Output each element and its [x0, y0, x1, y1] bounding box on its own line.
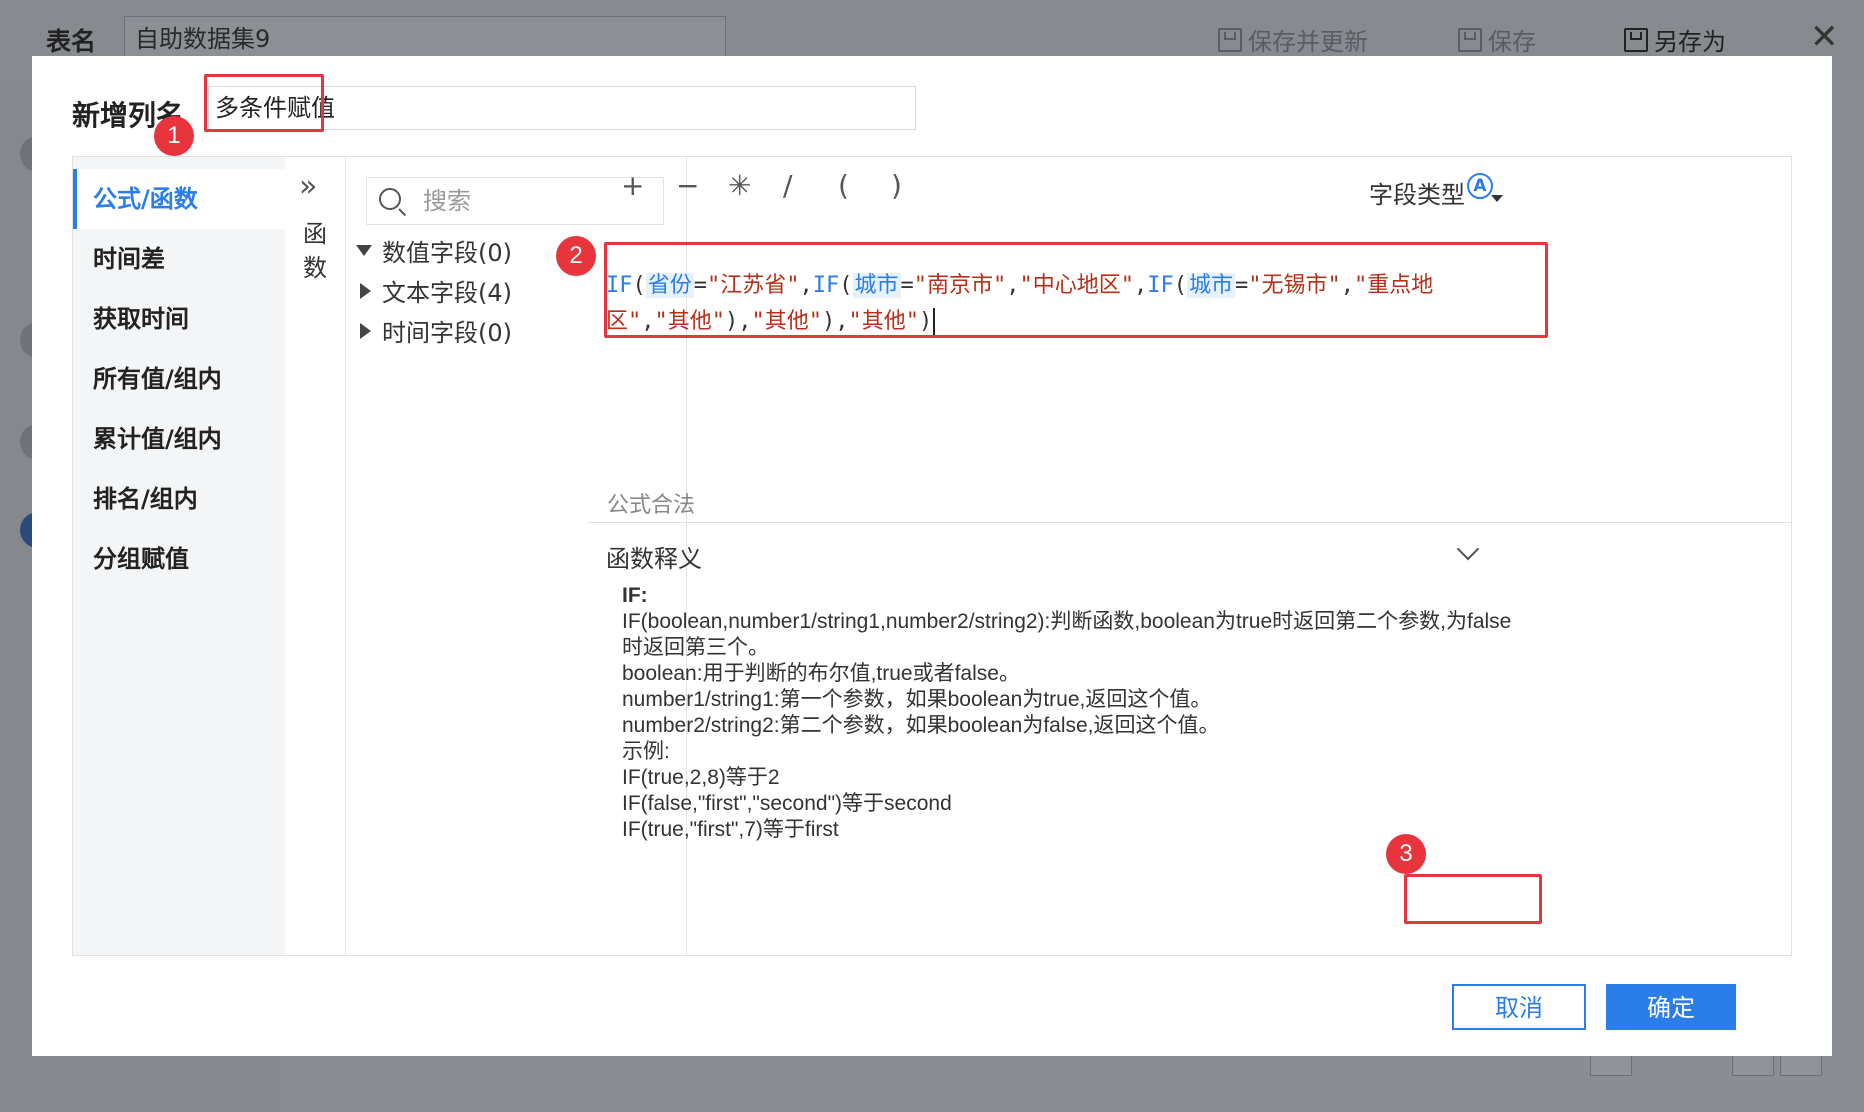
definition-title: 函数释义 — [606, 545, 702, 573]
caret-right-icon — [360, 282, 371, 299]
search-placeholder: 搜索 — [423, 187, 471, 215]
save-and-update-button[interactable]: 保存并更新 — [1218, 22, 1368, 57]
collapse-label: 函数 — [303, 220, 327, 282]
minus-operator-button[interactable]: − — [676, 169, 699, 202]
confirm-button[interactable]: 确定 — [1606, 984, 1736, 1030]
definition-line: IF(false,"first","second")等于second — [622, 792, 952, 815]
double-chevron-right-icon[interactable]: » — [299, 169, 317, 204]
left-paren-button[interactable]: ( — [838, 169, 849, 202]
plus-operator-button[interactable]: + — [621, 169, 644, 202]
add-column-dialog: 新增列名 多条件赋值 1 公式/函数 时间差 获取时间 所有值/组内 累计值/组… — [32, 56, 1832, 1056]
field-search-input[interactable]: 搜索 — [366, 177, 664, 225]
category-formula-function[interactable]: 公式/函数 — [73, 169, 285, 229]
tree-label: 文本字段(4) — [382, 279, 512, 307]
step-badge-1: 1 — [154, 116, 194, 156]
step-badge-3: 3 — [1386, 834, 1426, 874]
function-collapse-column[interactable]: » 函数 — [285, 157, 346, 955]
category-cumulative[interactable]: 累计值/组内 — [73, 409, 285, 469]
definition-line: IF(true,"first",7)等于first — [622, 818, 839, 841]
definition-line: IF(true,2,8)等于2 — [622, 766, 780, 789]
table-name-label: 表名 — [46, 27, 97, 56]
category-rank[interactable]: 排名/组内 — [73, 469, 285, 529]
definition-line: boolean:用于判断的布尔值,true或者false。 — [622, 662, 1020, 685]
highlight-box-3 — [1404, 874, 1542, 924]
save-as-label: 另存为 — [1654, 28, 1726, 56]
save-and-update-label: 保存并更新 — [1248, 28, 1368, 56]
category-all-values[interactable]: 所有值/组内 — [73, 349, 285, 409]
chevron-down-icon[interactable] — [1456, 537, 1480, 561]
definition-line: number2/string2:第二个参数，如果boolean为false,返回… — [622, 714, 1220, 737]
definition-line: IF: — [622, 584, 648, 607]
save-button[interactable]: 保存 — [1458, 22, 1536, 57]
highlight-box-1 — [204, 74, 324, 132]
save-label: 保存 — [1488, 28, 1536, 56]
field-type-label: 字段类型 — [1369, 181, 1465, 209]
save-as-button[interactable]: 另存为 — [1624, 22, 1726, 57]
category-get-time[interactable]: 获取时间 — [73, 289, 285, 349]
tree-numeric-fields[interactable]: 数值字段(0) — [356, 233, 512, 268]
field-type-icon[interactable]: A — [1467, 173, 1493, 199]
caret-down-icon[interactable] — [1491, 195, 1503, 202]
definition-line: 示例: — [622, 740, 670, 763]
save-icon — [1458, 27, 1482, 52]
tree-label: 时间字段(0) — [382, 319, 512, 347]
cancel-button[interactable]: 取消 — [1452, 984, 1586, 1030]
tree-label: 数值字段(0) — [382, 239, 512, 267]
right-paren-button[interactable]: ) — [891, 169, 902, 202]
search-icon — [379, 188, 401, 210]
function-definition-panel: 函数释义 IF: IF(boolean,number1/string1,numb… — [588, 522, 1791, 956]
tree-text-fields[interactable]: 文本字段(4) — [356, 273, 512, 308]
definition-line: number1/string1:第一个参数，如果boolean为true,返回这… — [622, 688, 1212, 711]
highlight-box-2 — [604, 242, 1548, 338]
category-group-assign[interactable]: 分组赋值 — [73, 529, 285, 589]
divide-operator-button[interactable]: / — [783, 169, 792, 202]
formula-valid-status: 公式合法 — [607, 493, 696, 518]
save-as-icon — [1624, 27, 1648, 52]
close-icon[interactable]: ✕ — [1810, 20, 1839, 54]
definition-body: IF: IF(boolean,number1/string1,number2/s… — [622, 583, 1522, 843]
tree-time-fields[interactable]: 时间字段(0) — [356, 313, 512, 348]
definition-line: IF(boolean,number1/string1,number2/strin… — [622, 610, 1512, 659]
caret-right-icon — [360, 322, 371, 339]
save-icon — [1218, 27, 1242, 52]
multiply-operator-button[interactable]: ✳ — [728, 169, 751, 202]
caret-down-icon — [356, 245, 372, 256]
step-badge-2: 2 — [556, 236, 596, 276]
function-category-list: 公式/函数 时间差 获取时间 所有值/组内 累计值/组内 排名/组内 分组赋值 — [73, 157, 285, 955]
category-time-diff[interactable]: 时间差 — [73, 229, 285, 289]
